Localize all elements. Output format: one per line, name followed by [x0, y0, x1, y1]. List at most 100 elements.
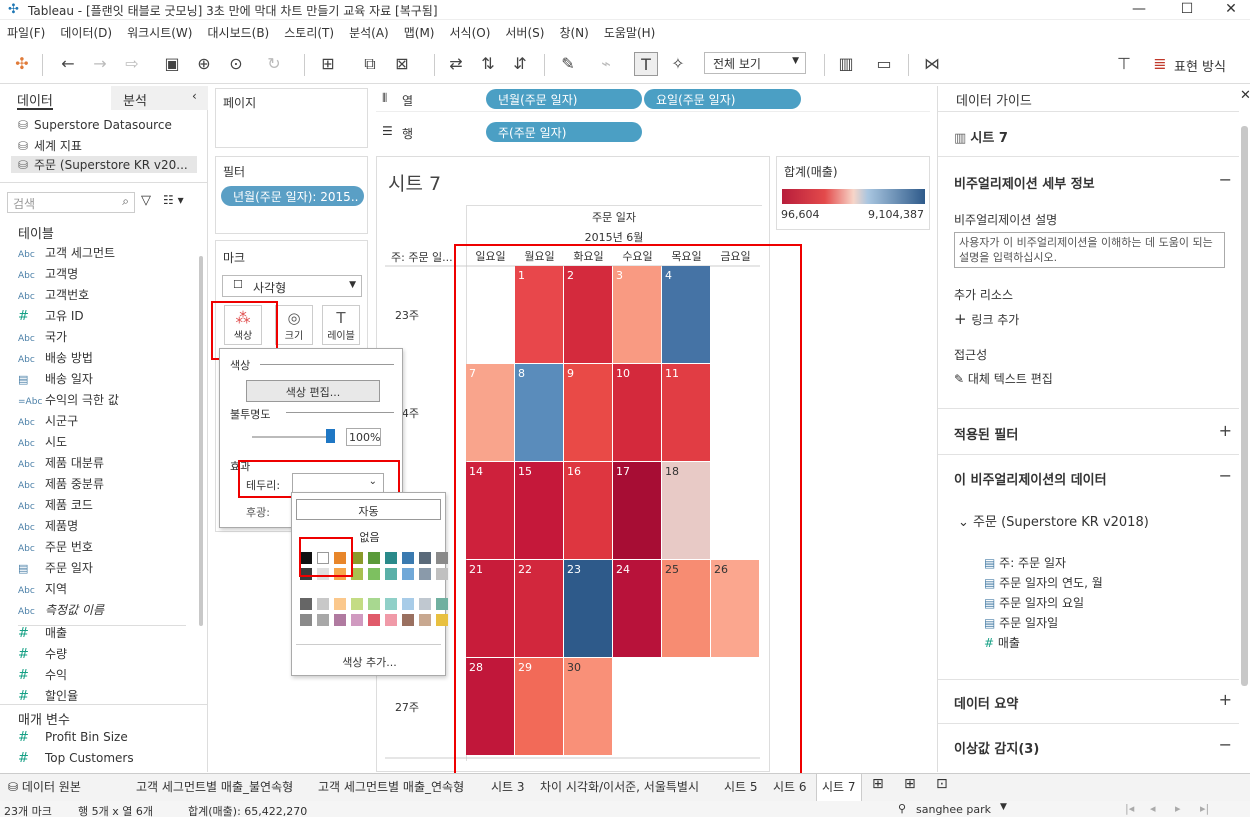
field-item[interactable]: Abc 고객번호	[18, 286, 89, 306]
menu-format[interactable]: 서식(O)	[443, 21, 499, 41]
color-swatch[interactable]	[368, 598, 380, 610]
field-item[interactable]: Abc 배송 방법	[18, 349, 93, 369]
field-item[interactable]: ▤ 주문 일자	[18, 559, 93, 579]
tableau-home-icon[interactable]: ✣	[10, 52, 34, 76]
prev-sheet-icon[interactable]: ◂	[1150, 802, 1156, 815]
tab-sheet[interactable]: 고객 세그먼트별 매출_연속형	[318, 778, 464, 795]
viz-description-input[interactable]: 사용자가 이 비주얼리제이션을 이해하는 데 도움이 되는 설명을 입력하십시오…	[954, 232, 1225, 268]
undo-icon[interactable]: ←	[56, 52, 80, 76]
more-colors-button[interactable]: 색상 추가...	[292, 654, 447, 670]
rows-shelf[interactable]: ☰ 행 주(주문 일자)	[376, 121, 930, 145]
menu-data[interactable]: 데이터(D)	[53, 21, 120, 41]
field-item[interactable]: Abc 제품 대분류	[18, 454, 104, 474]
menu-map[interactable]: 맵(M)	[397, 21, 443, 41]
duplicate-sheet-icon[interactable]: ⧉	[358, 52, 382, 76]
column-pill-weekday[interactable]: 요일(주문 일자)	[644, 89, 801, 109]
field-item[interactable]: # 수익	[18, 666, 67, 686]
field-item[interactable]: Abc 고객명	[18, 265, 78, 285]
field-list-scrollbar[interactable]	[199, 256, 203, 626]
row-pill-week[interactable]: 주(주문 일자)	[486, 122, 642, 142]
highlight-icon[interactable]: ✎	[556, 52, 580, 76]
field-item[interactable]: Abc 지역	[18, 580, 67, 600]
color-swatch[interactable]	[300, 614, 312, 626]
menu-help[interactable]: 도움말(H)	[597, 21, 664, 41]
add-link-button[interactable]: + 링크 추가	[954, 310, 1019, 328]
parameter-item[interactable]: # Profit Bin Size	[18, 730, 128, 750]
color-swatch[interactable]	[385, 568, 397, 580]
viz-data-header[interactable]: 이 비주얼리제이션의 데이터	[954, 469, 1107, 488]
close-panel-icon[interactable]: ✕	[1240, 88, 1250, 103]
share-icon[interactable]: ⋈	[920, 52, 944, 76]
tab-datasource[interactable]: ⛁ 데이터 원본	[8, 778, 81, 795]
menu-dashboard[interactable]: 대시보드(B)	[200, 21, 277, 41]
color-swatch[interactable]	[385, 598, 397, 610]
presentation-mode-icon[interactable]: ▥	[834, 52, 858, 76]
format-workbook-icon[interactable]: ⊤	[1112, 52, 1136, 76]
collapse-icon[interactable]: −	[1219, 735, 1232, 754]
menu-worksheet[interactable]: 워크시트(W)	[120, 21, 200, 41]
field-item[interactable]: Abc 제품 코드	[18, 496, 93, 516]
color-swatch[interactable]	[334, 598, 346, 610]
field-item[interactable]: Abc 시도	[18, 433, 67, 453]
new-story-tab-icon[interactable]: ⊡	[936, 776, 948, 792]
color-swatch[interactable]	[419, 568, 431, 580]
color-swatch[interactable]	[402, 614, 414, 626]
color-swatch[interactable]	[317, 598, 329, 610]
color-swatch[interactable]	[436, 598, 448, 610]
new-dashboard-tab-icon[interactable]: ⊞	[904, 776, 916, 792]
opacity-slider-handle[interactable]	[326, 429, 335, 443]
data-summary-header[interactable]: 데이터 요약	[954, 693, 1018, 712]
sort-descending-icon[interactable]: ⇵	[508, 52, 532, 76]
field-item[interactable]: Abc 제품 중분류	[18, 475, 104, 495]
field-item[interactable]: # 수량	[18, 645, 67, 665]
show-me-label[interactable]: 표현 방식	[1174, 56, 1226, 75]
status-user[interactable]: sanghee park	[916, 803, 991, 816]
menu-window[interactable]: 창(N)	[552, 21, 596, 41]
tab-sheet[interactable]: 고객 세그먼트별 매출_불연속형	[136, 778, 293, 795]
pin-axes-icon[interactable]: ✧	[666, 52, 690, 76]
datasource-item-selected[interactable]: ⛁ 주문 (Superstore KR v20...	[11, 156, 197, 173]
color-swatch[interactable]	[368, 614, 380, 626]
new-datasource-icon[interactable]: ⊕	[192, 52, 216, 76]
edit-alt-text-button[interactable]: ✎ 대체 텍스트 편집	[954, 370, 1053, 387]
color-swatch[interactable]	[436, 568, 448, 580]
expand-icon[interactable]: +	[1219, 421, 1232, 440]
swap-rows-columns-icon[interactable]: ⇄	[444, 52, 468, 76]
color-swatch[interactable]	[402, 552, 414, 564]
size-mark-button[interactable]: ◎ 크기	[275, 305, 313, 345]
field-item[interactable]: Abc 고객 세그먼트	[18, 244, 115, 264]
opacity-value-input[interactable]: 100%	[346, 428, 381, 446]
pause-update-icon[interactable]: ⊙	[224, 52, 248, 76]
edit-colors-button[interactable]: 색상 편집...	[246, 380, 380, 402]
last-sheet-icon[interactable]: ▸|	[1200, 802, 1209, 815]
field-item[interactable]: Abc 제품명	[18, 517, 78, 537]
group-icon[interactable]: ⌁	[594, 52, 618, 76]
applied-filters-header[interactable]: 적용된 필터	[954, 424, 1018, 443]
field-item[interactable]: ▤ 배송 일자	[18, 370, 93, 390]
field-item[interactable]: Abc 시군구	[18, 412, 78, 432]
color-swatch[interactable]	[436, 614, 448, 626]
outliers-header[interactable]: 이상값 감지(3)	[954, 738, 1039, 757]
menu-file[interactable]: 파일(F)	[0, 21, 53, 41]
field-item[interactable]: Abc 국가	[18, 328, 67, 348]
field-item[interactable]: =Abc 수익의 극한 값	[18, 391, 119, 411]
color-swatch[interactable]	[419, 598, 431, 610]
next-sheet-icon[interactable]: ▸	[1175, 802, 1181, 815]
view-options-icon[interactable]: ☷ ▾	[163, 193, 184, 207]
maximize-button[interactable]: ☐	[1164, 0, 1210, 20]
color-swatch[interactable]	[419, 552, 431, 564]
color-swatch[interactable]	[351, 598, 363, 610]
tab-data[interactable]: 데이터	[17, 86, 53, 110]
clear-sheet-icon[interactable]: ⊠	[390, 52, 414, 76]
menu-story[interactable]: 스토리(T)	[277, 21, 342, 41]
tab-sheet-active[interactable]: 시트 7	[816, 774, 862, 801]
redo-icon[interactable]: →	[88, 52, 112, 76]
color-swatch[interactable]	[368, 568, 380, 580]
color-swatch[interactable]	[402, 598, 414, 610]
color-swatch[interactable]	[402, 568, 414, 580]
mark-type-select[interactable]: ☐ 사각형 ▼	[222, 275, 362, 297]
columns-shelf[interactable]: ⦀ 열 년월(주문 일자) 요일(주문 일자)	[376, 88, 930, 112]
color-swatch[interactable]	[351, 614, 363, 626]
view-size-select[interactable]: 전체 보기 ▼	[704, 52, 806, 74]
color-swatch[interactable]	[300, 598, 312, 610]
